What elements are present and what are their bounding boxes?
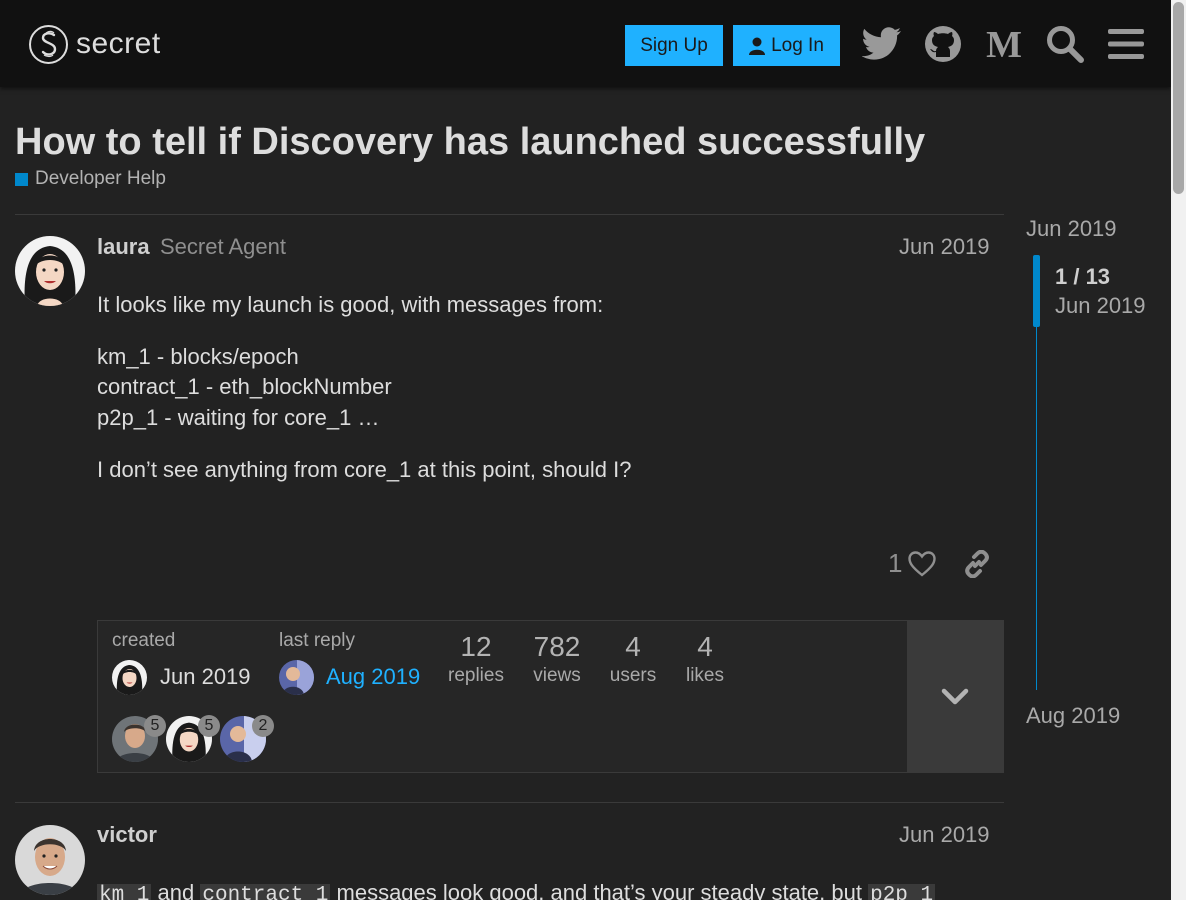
medium-icon[interactable]: M xyxy=(982,22,1026,66)
post-author-username[interactable]: laura xyxy=(97,234,150,260)
timeline-scroller-handle[interactable] xyxy=(1033,255,1040,327)
post-date[interactable]: Jun 2019 xyxy=(899,234,990,260)
timeline-start-date[interactable]: Jun 2019 xyxy=(1026,216,1117,242)
participant-post-count: 2 xyxy=(252,715,274,737)
avatar-last-replier[interactable] xyxy=(279,660,314,695)
page-scrollbar[interactable] xyxy=(1171,0,1186,900)
stat-likes: 4 likes xyxy=(683,631,727,687)
share-link-icon[interactable] xyxy=(963,549,991,583)
post-body-line: km_1 - blocks/epoch xyxy=(97,344,299,369)
stat-label: likes xyxy=(685,665,724,686)
stat-label: users xyxy=(609,665,657,686)
title-divider xyxy=(15,214,1004,215)
scrollbar-thumb[interactable] xyxy=(1173,2,1184,194)
created-label: created xyxy=(112,630,176,651)
inline-code: p2p_1 xyxy=(868,884,936,900)
user-icon xyxy=(749,37,766,55)
svg-text:M: M xyxy=(986,28,1022,60)
log-in-label: Log In xyxy=(771,34,824,56)
avatar-victor[interactable] xyxy=(15,825,85,895)
stat-users: 4 users xyxy=(608,631,658,687)
stat-number: 4 xyxy=(625,631,641,662)
stat-replies: 12 replies xyxy=(448,631,504,687)
post-text: messages look good, and that’s your stea… xyxy=(330,880,869,900)
timeline-position: 1 / 13 xyxy=(1055,264,1111,289)
like-count: 1 xyxy=(888,548,903,578)
sign-up-button[interactable]: Sign Up xyxy=(625,25,723,66)
post-body-paragraph: I don’t see anything from core_1 at this… xyxy=(97,457,632,482)
chevron-down-icon xyxy=(941,688,969,704)
category-color-swatch xyxy=(15,172,28,186)
topic-map: created Jun 2019 last reply Aug 2019 12 … xyxy=(97,620,1004,773)
category-badge[interactable]: Developer Help xyxy=(15,168,166,190)
stat-number: 12 xyxy=(460,631,492,662)
post-author-title: Secret Agent xyxy=(160,234,286,259)
secret-logo[interactable]: secret xyxy=(29,24,161,64)
last-reply-date[interactable]: Aug 2019 xyxy=(326,664,420,690)
inline-code: km_1 xyxy=(97,884,152,900)
post-body-line: p2p_1 - waiting for core_1 … xyxy=(97,405,380,430)
logo-text: secret xyxy=(76,27,161,60)
stat-number: 782 xyxy=(533,631,581,662)
expand-topic-map-button[interactable] xyxy=(907,621,1003,772)
post-text: and xyxy=(151,880,201,900)
stat-number: 4 xyxy=(697,631,713,662)
heart-icon xyxy=(908,550,937,577)
search-icon[interactable] xyxy=(1043,22,1087,66)
participant-post-count: 5 xyxy=(144,715,166,737)
log-in-button[interactable]: Log In xyxy=(733,25,840,66)
last-reply-label: last reply xyxy=(279,630,356,651)
twitter-icon[interactable] xyxy=(860,22,904,66)
avatar-laura-small[interactable] xyxy=(112,660,147,695)
participant-post-count: 5 xyxy=(198,715,220,737)
post-divider xyxy=(15,802,1004,803)
timeline-end-date[interactable]: Aug 2019 xyxy=(1026,703,1120,729)
category-name: Developer Help xyxy=(35,168,166,189)
stat-views: 782 views xyxy=(530,631,584,687)
post-body-paragraph: km_1 and contract_1 messages look good, … xyxy=(97,880,936,900)
post-body-line: contract_1 - eth_blockNumber xyxy=(97,374,392,399)
stat-label: views xyxy=(533,665,581,686)
post-date[interactable]: Jun 2019 xyxy=(899,822,990,848)
stat-label: replies xyxy=(448,665,504,686)
post-author-username[interactable]: victor xyxy=(97,822,157,848)
avatar-laura[interactable] xyxy=(15,236,85,306)
created-date[interactable]: Jun 2019 xyxy=(160,664,251,690)
github-icon[interactable] xyxy=(921,22,965,66)
site-header: secret Sign Up Log In M xyxy=(0,0,1171,87)
inline-code: contract_1 xyxy=(200,884,331,900)
hamburger-menu-icon[interactable] xyxy=(1104,22,1148,66)
timeline-current-date: Jun 2019 xyxy=(1055,293,1146,318)
post-body-paragraph: It looks like my launch is good, with me… xyxy=(97,292,604,317)
secret-logo-icon xyxy=(29,24,68,64)
topic-title[interactable]: How to tell if Discovery has launched su… xyxy=(15,121,925,164)
like-button[interactable]: 1 xyxy=(888,548,937,579)
